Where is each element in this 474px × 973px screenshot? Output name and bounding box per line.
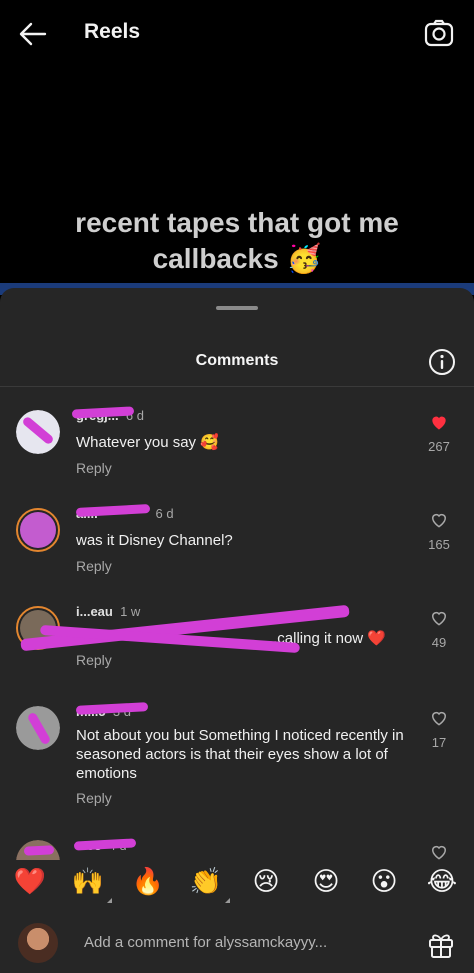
current-user-avatar bbox=[18, 923, 58, 963]
emoji-crying-face[interactable]: 😢 bbox=[248, 863, 284, 899]
sheet-title: Comments bbox=[195, 352, 279, 369]
comment-text: Not about you but Something I noticed re… bbox=[76, 727, 404, 782]
camera-icon[interactable] bbox=[424, 18, 454, 48]
comment-username[interactable]: i...eau bbox=[76, 604, 113, 619]
like-count: 49 bbox=[431, 635, 447, 650]
comment-time: 1 w bbox=[120, 604, 141, 619]
comment-item: ...03 4 d bbox=[0, 836, 474, 860]
emoji-raising-hands[interactable]: 🙌 bbox=[70, 863, 112, 903]
comment-time: 6 d bbox=[155, 506, 174, 521]
emoji-heart-eyes[interactable]: 😍 bbox=[308, 863, 344, 899]
top-bar: Reels bbox=[0, 0, 474, 64]
caption-line-1: recent tapes that got me bbox=[75, 207, 399, 238]
page-title: Reels bbox=[84, 20, 141, 43]
redaction-scribble bbox=[73, 838, 137, 851]
heart-outline-icon bbox=[431, 513, 447, 528]
quick-reactions-bar: ❤️ 🙌 🔥 👏 😢 😍 😮 😂 bbox=[0, 863, 474, 913]
comment-meta: i...eau 1 w bbox=[76, 604, 140, 619]
gift-icon[interactable] bbox=[426, 929, 456, 959]
comment-item: m...5 3 d Not about you but Something I … bbox=[0, 700, 474, 810]
comment-composer: Add a comment for alyssamckayyy... bbox=[0, 913, 474, 973]
heart-outline-icon bbox=[431, 611, 447, 626]
caption-text: callbacks bbox=[152, 243, 279, 274]
heart-outline-icon bbox=[431, 845, 447, 860]
comment-text: Whatever you say 🥰 bbox=[76, 434, 219, 451]
emoji-fire[interactable]: 🔥 bbox=[130, 863, 166, 899]
video-caption: recent tapes that got me callbacks 🥳 bbox=[0, 205, 474, 277]
emoji-laughing-tears[interactable]: 😂 bbox=[424, 863, 460, 899]
heart-filled-icon bbox=[432, 416, 446, 430]
divider bbox=[0, 386, 474, 387]
emoji-surprised-face[interactable]: 😮 bbox=[366, 863, 402, 899]
emoji-clapping-hands[interactable]: 👏 bbox=[188, 863, 230, 903]
comments-sheet: Comments gregj... 6 d Whatever you say 🥰… bbox=[0, 288, 474, 973]
clapping-hands-emoji: 👏 bbox=[189, 866, 223, 896]
reply-button[interactable]: Reply bbox=[76, 558, 112, 574]
comment-item: gregj... 6 d Whatever you say 🥰 Reply 26… bbox=[0, 404, 474, 484]
arrow-left-icon[interactable] bbox=[18, 20, 48, 48]
like-count: 17 bbox=[431, 735, 447, 750]
raising-hands-emoji: 🙌 bbox=[71, 866, 105, 896]
reply-button[interactable]: Reply bbox=[76, 460, 112, 476]
caption-line-2: callbacks 🥳 bbox=[0, 241, 474, 277]
comment-input[interactable]: Add a comment for alyssamckayyy... bbox=[84, 934, 327, 951]
like-count: 165 bbox=[428, 537, 450, 552]
like-button[interactable]: 165 bbox=[424, 510, 454, 552]
reply-button[interactable]: Reply bbox=[76, 652, 112, 668]
like-button[interactable]: 267 bbox=[424, 412, 454, 454]
heart-outline-icon bbox=[431, 711, 447, 726]
like-button[interactable] bbox=[424, 842, 454, 860]
drag-handle[interactable] bbox=[216, 306, 258, 310]
skin-tone-indicator bbox=[107, 898, 112, 903]
like-button[interactable]: 49 bbox=[424, 608, 454, 650]
like-count: 267 bbox=[428, 439, 450, 454]
party-face-emoji: 🥳 bbox=[286, 243, 322, 274]
skin-tone-indicator bbox=[225, 898, 230, 903]
info-icon[interactable] bbox=[428, 348, 456, 376]
comment-item: al... 6 d was it Disney Channel? Reply 1… bbox=[0, 502, 474, 582]
avatar[interactable] bbox=[16, 508, 60, 552]
redaction-scribble bbox=[23, 845, 55, 856]
like-button[interactable]: 17 bbox=[424, 708, 454, 750]
comment-item: i...eau 1 w ...calling it now ❤️ Reply 4… bbox=[0, 600, 474, 680]
comment-text: was it Disney Channel? bbox=[76, 532, 233, 549]
reply-button[interactable]: Reply bbox=[76, 790, 112, 806]
emoji-red-heart[interactable]: ❤️ bbox=[12, 863, 48, 899]
